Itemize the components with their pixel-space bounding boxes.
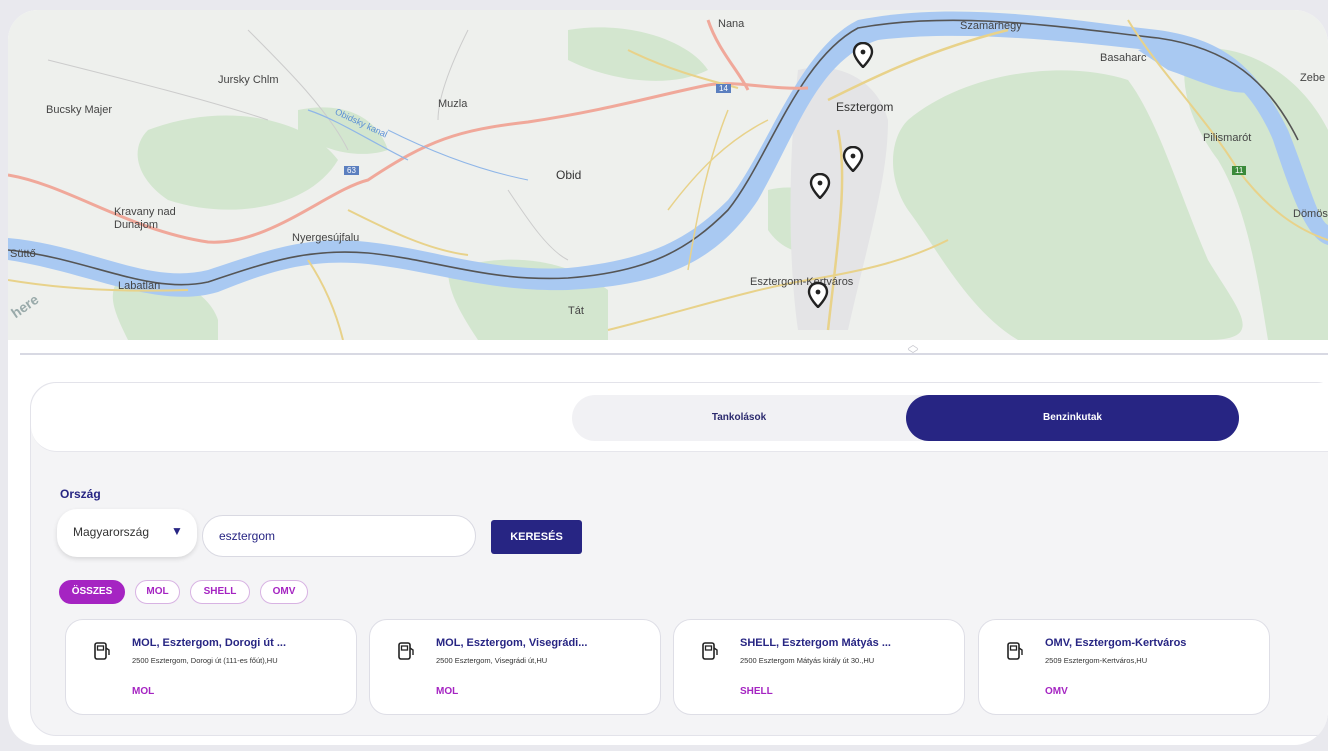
fuel-pump-icon [398, 642, 414, 660]
map-label: Esztergom-Kertváros [750, 276, 854, 288]
map-pin-icon[interactable] [807, 282, 829, 308]
fuel-pump-icon [94, 642, 110, 660]
map-label: Labatlan [118, 280, 161, 292]
search-button[interactable]: KERESÉS [491, 520, 582, 554]
station-address: 2500 Esztergom, Visegrádi út,HU [436, 656, 548, 665]
map-label: Bucsky Majer [46, 104, 113, 116]
map-label: Tát [568, 305, 584, 317]
map-label: Esztergom [836, 100, 894, 114]
map-label: Nana [718, 18, 745, 30]
station-title: SHELL, Esztergom Mátyás ... [740, 637, 891, 649]
map-label: Dömös [1293, 208, 1328, 220]
station-brand: OMV [1045, 686, 1068, 697]
map-label: Szamárhegy [960, 20, 1022, 32]
station-brand: MOL [436, 686, 459, 697]
map-label: Pilismarót [1203, 132, 1252, 144]
tab-switch: Tankolások Benzinkutak [572, 395, 1239, 441]
station-brand: MOL [132, 686, 155, 697]
station-address: 2500 Esztergom Mátyás király út 30.,HU [740, 656, 875, 665]
map-label: Zebe [1300, 72, 1326, 84]
filter-chip-shell[interactable]: SHELL [190, 580, 250, 604]
panel-divider [20, 353, 1328, 355]
stations-panel: Tankolások Benzinkutak Ország Magyarorsz… [30, 382, 1328, 736]
country-label: Ország [60, 487, 101, 501]
map-pin-icon[interactable] [852, 42, 874, 68]
country-select[interactable]: Magyarország ▼ [57, 509, 197, 557]
station-address: 2509 Esztergom-Kertváros,HU [1045, 656, 1148, 665]
map-label: Obid [556, 168, 582, 182]
map-label: Kravany nad [114, 206, 176, 218]
map-label: Nyergesújfalu [292, 232, 360, 244]
tab-bar: Tankolások Benzinkutak [31, 383, 1328, 452]
resize-handle-icon[interactable]: ︿ ﹀ [906, 340, 920, 368]
road-shield: 63 [344, 166, 359, 175]
app-frame: Nana Szamárhegy Basaharc Zebe Jursky Chl… [8, 10, 1328, 745]
station-title: OMV, Esztergom-Kertváros [1045, 637, 1187, 649]
map-pin-icon[interactable] [809, 173, 831, 199]
search-input[interactable] [202, 515, 476, 557]
filter-chip-all[interactable]: ÖSSZES [59, 580, 125, 604]
station-address: 2500 Esztergom, Dorogi út (111-es főút),… [132, 656, 278, 665]
filter-chip-omv[interactable]: OMV [260, 580, 308, 604]
caret-down-icon: ▼ [171, 524, 183, 538]
map-label: Jursky Chlm [218, 74, 279, 86]
map-label: Basaharc [1100, 52, 1147, 64]
filter-chip-mol[interactable]: MOL [135, 580, 180, 604]
road-shield: 11 [1232, 166, 1247, 175]
map-label: Süttő [10, 248, 36, 260]
map-label: Muzla [438, 98, 468, 110]
tab-gas-stations[interactable]: Benzinkutak [906, 395, 1239, 441]
station-title: MOL, Esztergom, Dorogi út ... [132, 637, 286, 649]
station-card[interactable]: MOL, Esztergom, Dorogi út ... 2500 Eszte… [65, 619, 357, 715]
tab-refuelings[interactable]: Tankolások [572, 395, 906, 441]
fuel-pump-icon [702, 642, 718, 660]
country-select-value: Magyarország [73, 525, 150, 539]
map-pin-icon[interactable] [842, 146, 864, 172]
road-shield: 14 [716, 84, 731, 93]
fuel-pump-icon [1007, 642, 1023, 660]
station-card[interactable]: SHELL, Esztergom Mátyás ... 2500 Eszterg… [673, 619, 965, 715]
station-title: MOL, Esztergom, Visegrádi... [436, 637, 588, 649]
station-card[interactable]: OMV, Esztergom-Kertváros 2509 Esztergom-… [978, 619, 1270, 715]
map-label: Dunajom [114, 219, 159, 231]
station-brand: SHELL [740, 686, 773, 697]
map-view[interactable]: Nana Szamárhegy Basaharc Zebe Jursky Chl… [8, 10, 1328, 340]
station-card[interactable]: MOL, Esztergom, Visegrádi... 2500 Eszter… [369, 619, 661, 715]
